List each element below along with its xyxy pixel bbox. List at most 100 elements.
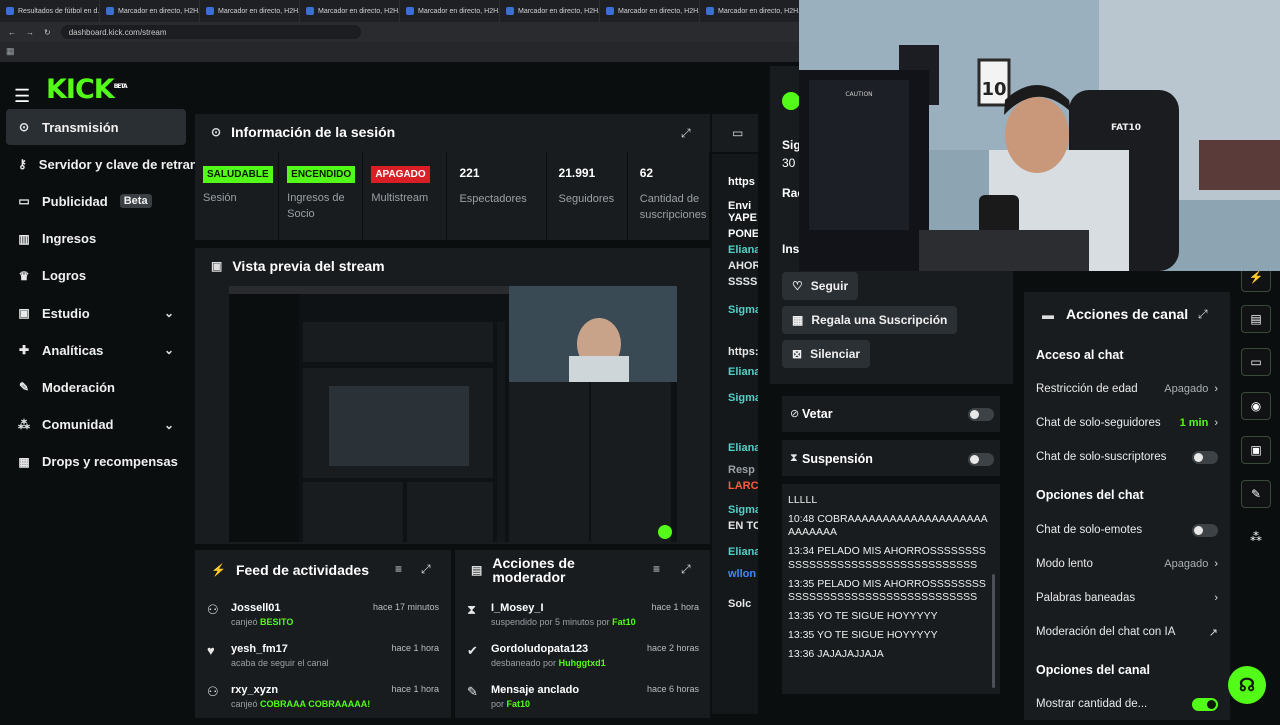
setting-row[interactable]: Chat de solo-emotes [1036,521,1218,539]
chevron-right-icon[interactable]: › [1214,383,1218,395]
browser-tab[interactable]: Marcador en directo, H2H...× [300,0,400,22]
browser-tab[interactable]: Marcador en directo, H2H...× [200,0,300,22]
browser-tab[interactable]: Marcador en directo, H2H...× [500,0,600,22]
sidebar-item[interactable]: ⊙ Transmisión [6,109,186,145]
setting-row[interactable]: Mostrar cantidad de... [1036,695,1218,713]
setting-toggle[interactable] [1192,523,1218,537]
chevron-down-icon[interactable]: ⌄ [164,343,174,357]
tab-title: Marcador en directo, H2H... [318,7,400,15]
chat-line: https [728,176,755,188]
setting-value: Apagado [1164,383,1209,395]
browser-tab[interactable]: Marcador en directo, H2H...× [400,0,500,22]
browser-tab[interactable]: Marcador en directo, H2H...× [600,0,700,22]
list-icon: ▤ [471,563,483,577]
apps-icon[interactable]: ▦ [6,46,15,57]
user-message: 13:35 YO TE SIGUE HOYYYYY [788,629,938,641]
back-icon[interactable]: ← [8,28,16,37]
community-icon: ⁂ [18,417,30,432]
sidebar-item[interactable]: ▦ Drops y recompensas [6,444,186,480]
mod-action-title: Gordoludopata123 [491,643,589,655]
sidebar-item-label: Logros [42,268,87,284]
sidebar-item[interactable]: ▭ Publicidad Beta [6,183,186,219]
feed-time: hace 1 hora [391,643,439,653]
chat-line: PONE [728,228,758,240]
setting-row[interactable]: Moderación del chat con IA ↗ [1036,623,1218,641]
feed-item[interactable]: ⚇ rxy_xyzn hace 1 hora canjeó COBRAAA COBRA… [207,684,439,725]
favicon-icon [306,7,314,15]
sidebar-item[interactable]: ✎ Moderación [6,369,186,405]
mute-button[interactable]: ⊠ Silenciar [782,340,871,368]
setting-toggle[interactable] [1192,450,1218,464]
mod-actions-panel: ▤ Acciones de moderador ≡ ⤢ ⧗ I_Mosey_I ha… [455,550,710,718]
save-icon[interactable]: ▣ [1241,436,1271,464]
chevron-down-icon[interactable]: ⌄ [164,418,174,432]
scrollbar[interactable] [992,574,995,688]
setting-value: 1 min [1179,417,1209,429]
status-cell: SALUDABLE Sesión [195,152,280,240]
chat-column: https Envi YAPE PONE Eliana AHOR SSSS Sigma http… [712,154,758,714]
url-field[interactable]: dashboard.kick.com/stream [60,25,361,39]
expand-icon[interactable]: ⤢ [1198,307,1208,322]
feed-item[interactable]: ⚇ Jossell01 hace 17 minutos canjeó BESITO [207,602,439,643]
ban-toggle[interactable] [968,408,994,421]
external-link-icon[interactable]: ↗ [1209,626,1218,639]
setting-row[interactable]: Modo lento Apagado › [1036,555,1218,573]
chevron-right-icon[interactable]: › [1214,558,1218,570]
community-icon[interactable]: ⁂ [1250,530,1262,544]
sidebar-item[interactable]: ✚ Analíticas ⌄ [6,332,186,368]
chevron-down-icon[interactable]: ⌄ [164,306,174,320]
setting-label: Chat de solo-seguidores [1036,417,1161,429]
reload-icon[interactable]: ↻ [44,28,51,37]
sidebar-item[interactable]: ⚷ Servidor y clave de retransmisión [6,146,247,182]
list-icon[interactable]: ▤ [1241,305,1271,333]
expand-icon[interactable]: ⤢ [681,562,691,577]
mod-action-item[interactable]: ✎ Mensaje anclado hace 6 horas por Fat10 [467,684,699,725]
mod-action-item[interactable]: ✔ Gordoludopata123 hace 2 horas desbaneado … [467,643,699,684]
stream-preview-video[interactable] [229,286,677,542]
kick-logo[interactable]: KICKBETA [46,74,128,105]
chat-icon[interactable]: ▭ [1241,348,1271,376]
gift-sub-button[interactable]: ▦ Regala una Suscripción [782,306,958,334]
setting-toggle[interactable] [1192,697,1218,711]
target-icon[interactable]: ◉ [1241,392,1271,420]
setting-row[interactable]: Restricción de edad Apagado › [1036,380,1218,398]
feed-user: Jossell01 [231,602,281,614]
expand-icon[interactable]: ⤢ [681,126,691,141]
chevron-right-icon[interactable]: › [1214,592,1218,604]
setting-row[interactable]: Chat de solo-seguidores 1 min › [1036,414,1218,432]
filter-icon[interactable]: ≡ [395,562,402,576]
expand-icon[interactable]: ⤢ [421,562,431,577]
status-badge: APAGADO [371,166,430,183]
mod-action-desc: por [491,699,505,709]
wrench-icon[interactable]: ✎ [1241,480,1271,508]
browser-tab[interactable]: Marcador en directo, H2H...× [100,0,200,22]
chevron-right-icon[interactable]: › [1214,417,1218,429]
bookmarks-bar: ▦ [0,42,800,62]
timeout-toggle[interactable] [968,453,994,466]
user-ins: Ins [782,242,800,256]
filter-icon[interactable]: ≡ [653,562,660,576]
mod-action-item[interactable]: ⧗ I_Mosey_I hace 1 hora suspendido por 5 mi… [467,602,699,643]
browser-tab[interactable]: Resultados de fútbol en d...× [0,0,100,22]
setting-row[interactable]: Palabras baneadas › [1036,589,1218,607]
setting-row[interactable]: Chat de solo-suscriptores [1036,448,1218,466]
sidebar-item[interactable]: ⁂ Comunidad ⌄ [6,407,186,443]
stat-label: Seguidores [558,193,615,205]
sidebar-item[interactable]: ▥ Ingresos [6,221,186,257]
analytics-icon: ✚ [18,343,30,358]
forward-icon[interactable]: → [26,28,34,37]
feed-item[interactable]: ♥ yesh_fm17 hace 1 hora acaba de seguir el … [207,643,439,684]
sidebar-item[interactable]: ♛ Logros [6,258,186,294]
follow-button[interactable]: ♡ Seguir [782,272,859,300]
sidebar-item[interactable]: ▣ Estudio ⌄ [6,295,186,331]
trophy-icon: ♛ [18,268,30,283]
status-cell: APAGADO Multistream [363,152,448,240]
wrench-icon: ✎ [18,380,30,395]
status-badge: SALUDABLE [203,166,273,183]
tab-title: Marcador en directo, H2H... [618,7,700,15]
chat-line: Solc [728,598,752,610]
chat-line: Sigma [728,304,758,316]
support-headset-icon[interactable]: ☊ [1228,666,1266,704]
hamburger-menu-icon[interactable]: ☰ [14,86,30,107]
browser-tab[interactable]: Marcador en directo, H2H...× [700,0,800,22]
